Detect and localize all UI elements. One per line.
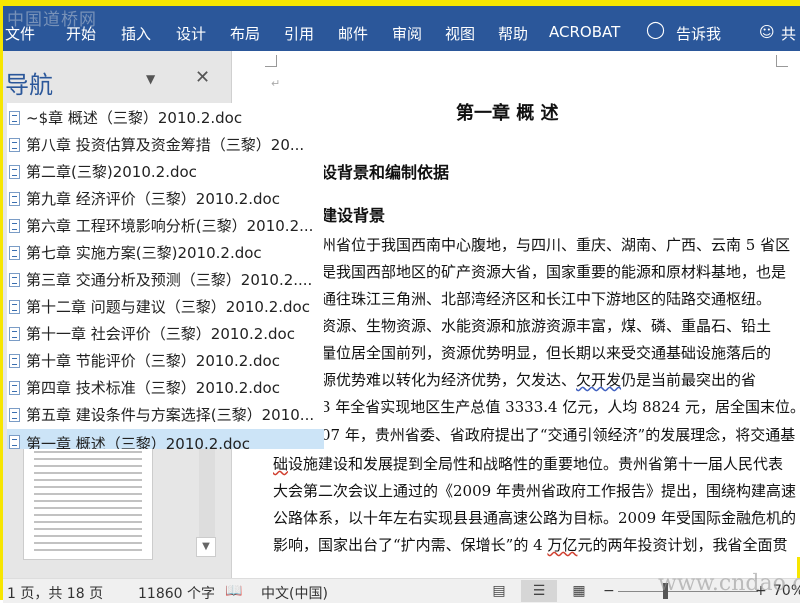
document-icon [9,138,20,152]
tab-design[interactable]: 设计 [176,23,206,44]
margin-corner [265,55,277,67]
item-label: 第六章 工程环境影响分析(三黎）2010.2... [26,217,314,235]
list-item[interactable]: 第四章 技术标准（三黎）2010.2.doc [7,375,324,401]
document-icon [9,273,20,287]
document-icon [9,246,20,260]
document-icon [9,300,20,314]
watermark: 中国道桥网 [7,10,97,30]
list-item[interactable]: 第三章 交通分析及预测（三黎）2010.2.... [7,267,324,293]
tab-insert[interactable]: 插入 [121,23,151,44]
doc-line: 07 年，贵州省委、省政府提出了“交通引领经济”的发展理念，将交通基 [321,426,796,444]
nav-title: 导航 [5,71,53,99]
nav-dropdown-icon[interactable]: ▼ [146,72,155,86]
word-count[interactable]: 11860 个字 [138,583,215,603]
item-label: 第一章 概述（三黎）2010.2.doc [26,435,250,449]
tab-help[interactable]: 帮助 [498,23,528,44]
item-label: 第十章 节能评价（三黎）2010.2.doc [26,352,280,370]
tell-me-button[interactable]: 告诉我 [676,23,721,44]
document-icon [9,192,20,206]
list-item[interactable]: 第十一章 社会评价（三黎）2010.2.doc [7,321,324,347]
status-bar: 1 页，共 18 页 11860 个字 📖 中文(中国) ▤ ☰ ▦ − + 7… [3,571,800,603]
doc-heading2: 建设背景 [321,206,386,225]
page-count[interactable]: 1 页，共 18 页 [7,583,103,603]
tab-view[interactable]: 视图 [445,23,475,44]
document-icon [9,354,20,368]
list-item[interactable]: 第八章 投资估算及资金筹措（三黎）20... [7,132,324,158]
tab-mailings[interactable]: 邮件 [338,23,368,44]
item-label: 第八章 投资估算及资金筹措（三黎）20... [26,136,305,154]
document-icon [9,435,20,449]
document-icon [9,165,20,179]
item-label: 第九章 经济评价（三黎）2010.2.doc [26,190,280,208]
lightbulb-icon[interactable]: ◯ [646,20,665,40]
tab-acrobat[interactable]: ACROBAT [549,23,620,41]
tab-references[interactable]: 引用 [284,23,314,44]
list-item[interactable]: ~$章 概述（三黎）2010.2.doc [7,105,324,131]
item-label: 第十二章 问题与建议（三黎）2010.2.doc [26,298,310,316]
doc-line: 源优势难以转化为经济优势，欠发达、欠开发仍是当前最突出的省 [321,371,757,389]
watermark: www.cndao.com [658,571,800,596]
share-button[interactable]: 共 [781,23,796,44]
proofing-icon[interactable]: 📖 [225,583,242,599]
list-item[interactable]: 第六章 工程环境影响分析(三黎）2010.2... [7,213,324,239]
item-label: ~$章 概述（三黎）2010.2.doc [26,109,243,127]
doc-heading1: 设背景和编制依据 [321,163,450,182]
nav-close-icon[interactable]: ✕ [195,67,210,88]
nav-file-list: ~$章 概述（三黎）2010.2.doc 第八章 投资估算及资金筹措（三黎）20… [7,103,324,449]
list-item[interactable]: 第二章(三黎)2010.2.doc [7,159,324,185]
doc-line: 资源、生物资源、水能资源和旅游资源丰富，煤、磷、重晶石、铅土 [321,317,772,335]
web-layout-icon[interactable]: ▦ [561,580,597,602]
scroll-down-icon[interactable]: ▼ [196,537,216,557]
item-label: 第三章 交通分析及预测（三黎）2010.2.... [26,271,313,289]
list-item-selected[interactable]: 第一章 概述（三黎）2010.2.doc [7,429,324,449]
tab-review[interactable]: 审阅 [392,23,422,44]
item-label: 第四章 技术标准（三黎）2010.2.doc [26,379,280,397]
item-label: 第十一章 社会评价（三黎）2010.2.doc [26,325,295,343]
document-icon [9,111,20,125]
language[interactable]: 中文(中国) [261,583,328,603]
item-label: 第五章 建设条件与方案选择(三黎）2010... [26,406,315,424]
zoom-out-button[interactable]: − [603,583,615,599]
doc-line: 通往珠江三角洲、北部湾经济区和长江中下游地区的陆路交通枢纽。 [321,290,772,308]
document-icon [9,408,20,422]
doc-line: 量位居全国前列，资源优势明显，但长期以来受交通基础设施落后的 [321,344,772,362]
document-icon [9,219,20,233]
tab-layout[interactable]: 布局 [230,23,260,44]
document-icon [9,327,20,341]
ribbon: 文件 开始 插入 设计 布局 引用 邮件 审阅 视图 帮助 ACROBAT ◯ … [3,3,800,51]
list-item[interactable]: 第十章 节能评价（三黎）2010.2.doc [7,348,324,374]
list-item[interactable]: 第十二章 问题与建议（三黎）2010.2.doc [7,294,324,320]
list-item[interactable]: 第五章 建设条件与方案选择(三黎）2010... [7,402,324,428]
list-item[interactable]: 第九章 经济评价（三黎）2010.2.doc [7,186,324,212]
doc-line: 公路体系，以十年左右实现县县通高速公路为目标。2009 年受国际金融危机的 [273,509,796,527]
list-item[interactable]: 第七章 实施方案(三黎)2010.2.doc [7,240,324,266]
doc-line: 影响，国家出台了“扩内需、保增长”的 4 万亿元的两年投资计划，我省全面贯 [273,536,788,554]
person-icon[interactable]: ☺ [759,23,775,41]
item-label: 第七章 实施方案(三黎)2010.2.doc [26,244,262,262]
proofing-underline[interactable]: 欠开发 [576,371,621,389]
doc-line: 3 年全省实现地区生产总值 3333.4 亿元，人均 8824 元，居全国末位。 [321,398,800,416]
proofing-underline[interactable]: 础 [273,455,288,473]
proofing-underline[interactable]: 万亿 [547,536,577,554]
page-thumbnail[interactable] [23,445,153,560]
doc-line: 大会第二次会议上通过的《2009 年贵州省政府工作报告》提出，围绕构建高速 [273,482,796,500]
doc-line: 础设施建设和发展提到全局性和战略性的重要地位。贵州省第十一届人民代表 [273,455,784,473]
item-label: 第二章(三黎)2010.2.doc [26,163,197,181]
read-mode-icon[interactable]: ▤ [481,580,517,602]
doc-title: 第一章 概 述 [456,103,559,124]
doc-line: 是我国西部地区的矿产资源大省，国家重要的能源和原材料基地，也是 [321,263,787,281]
document-icon [9,381,20,395]
print-layout-icon[interactable]: ☰ [521,580,557,602]
doc-line: 州省位于我国西南中心腹地，与四川、重庆、湖南、广西、云南 5 省区 [321,236,791,254]
paragraph-mark: ↵ [271,77,281,90]
margin-corner [776,55,788,67]
